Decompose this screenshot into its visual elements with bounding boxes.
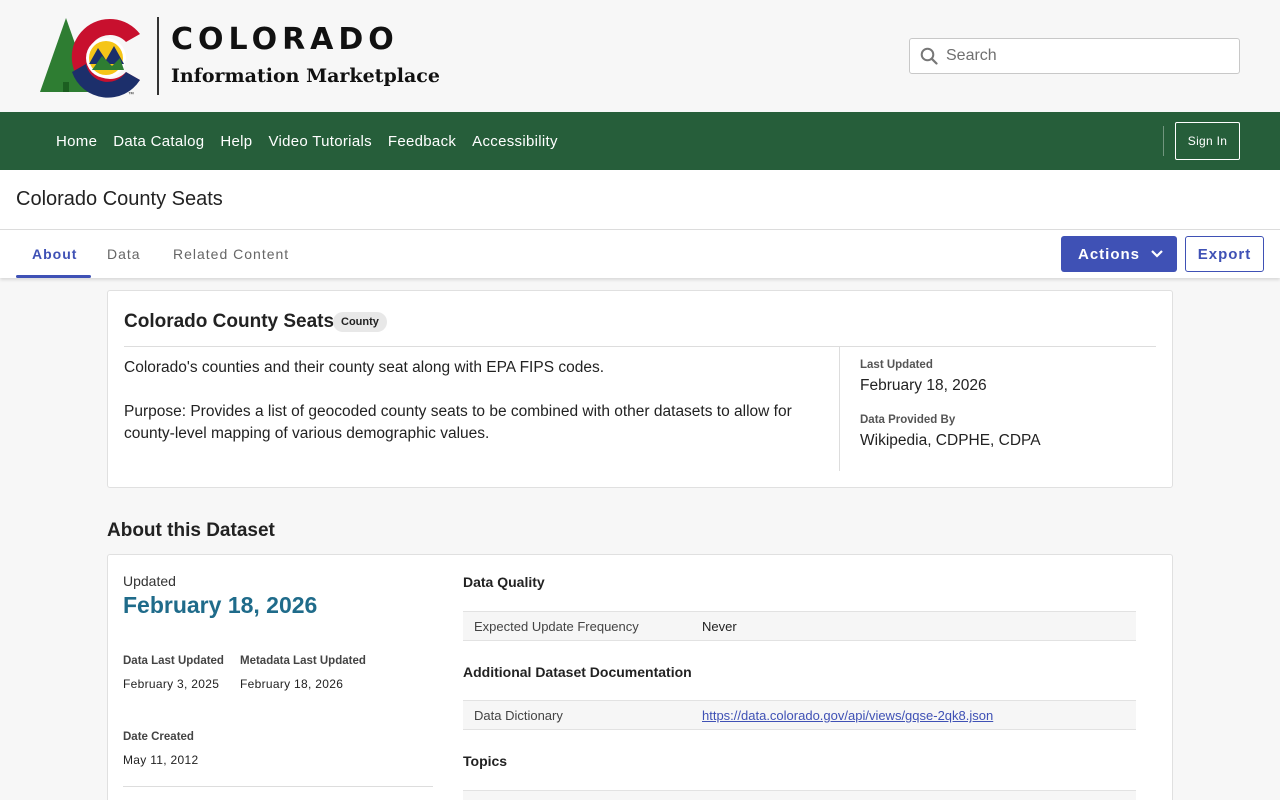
- nav-divider: [1163, 126, 1164, 156]
- provided-by-value: Wikipedia, CDPHE, CDPA: [860, 432, 1041, 449]
- updated-label: Updated: [123, 573, 176, 589]
- summary-vertical-divider: [839, 347, 840, 471]
- logo-divider: [157, 17, 159, 95]
- update-frequency-value: Never: [702, 619, 737, 634]
- search-icon: [912, 39, 946, 73]
- category-tag[interactable]: County: [333, 312, 387, 332]
- about-heading: About this Dataset: [107, 520, 275, 541]
- brand-title: COLORADO: [171, 22, 399, 57]
- additional-docs-title: Additional Dataset Documentation: [463, 664, 692, 680]
- tab-data[interactable]: Data: [107, 230, 141, 278]
- update-frequency-row: Expected Update Frequency Never: [463, 611, 1136, 641]
- actions-button[interactable]: Actions: [1061, 236, 1177, 272]
- colorado-logo-icon: ™: [40, 18, 140, 98]
- nav-link-data-catalog[interactable]: Data Catalog: [113, 133, 204, 150]
- chevron-down-icon: [1150, 246, 1164, 263]
- nav-link-help[interactable]: Help: [220, 133, 252, 150]
- date-created-label: Date Created: [123, 731, 194, 743]
- logo-tm: ™: [128, 91, 134, 98]
- data-last-updated-label: Data Last Updated: [123, 655, 224, 667]
- updated-value: February 18, 2026: [123, 592, 318, 618]
- data-dictionary-row: Data Dictionary https://data.colorado.go…: [463, 700, 1136, 730]
- nav-link-accessibility[interactable]: Accessibility: [472, 133, 558, 150]
- nav-links: Home Data Catalog Help Video Tutorials F…: [56, 112, 558, 170]
- data-dictionary-link[interactable]: https://data.colorado.gov/api/views/gqse…: [702, 708, 993, 723]
- nav-link-feedback[interactable]: Feedback: [388, 133, 456, 150]
- search-box[interactable]: [909, 38, 1240, 74]
- about-card: Updated February 18, 2026 Data Last Upda…: [107, 554, 1173, 800]
- summary-title: Colorado County Seats: [124, 311, 335, 332]
- left-column-divider: [123, 786, 433, 787]
- update-frequency-key: Expected Update Frequency: [474, 619, 639, 634]
- metadata-last-updated-value: February 18, 2026: [240, 677, 344, 691]
- topics-title: Topics: [463, 753, 508, 769]
- site-header: ™ COLORADO Information Marketplace: [0, 0, 1280, 112]
- summary-card: Colorado County Seats County Colorado's …: [107, 290, 1173, 488]
- data-quality-title: Data Quality: [463, 574, 545, 590]
- sign-in-button[interactable]: Sign In: [1175, 122, 1240, 160]
- metadata-last-updated-label: Metadata Last Updated: [240, 655, 366, 667]
- actions-label: Actions: [1078, 245, 1141, 263]
- nav-link-home[interactable]: Home: [56, 133, 97, 150]
- provided-by-label: Data Provided By: [860, 414, 956, 426]
- last-updated-label: Last Updated: [860, 359, 933, 371]
- last-updated-value: February 18, 2026: [860, 377, 987, 394]
- data-dictionary-key: Data Dictionary: [474, 708, 563, 723]
- brand-subtitle: Information Marketplace: [171, 65, 440, 87]
- colorado-logo[interactable]: ™: [40, 16, 150, 98]
- active-tab-indicator: [16, 275, 91, 278]
- export-button[interactable]: Export: [1185, 236, 1264, 272]
- tab-about[interactable]: About: [32, 230, 77, 278]
- date-created-value: May 11, 2012: [123, 753, 199, 767]
- search-input[interactable]: [946, 41, 1226, 71]
- tab-bar: About Data Related Content Actions Expor…: [0, 230, 1280, 278]
- page-title: Colorado County Seats: [16, 188, 223, 210]
- main-nav: Home Data Catalog Help Video Tutorials F…: [0, 112, 1280, 170]
- summary-description: Colorado's counties and their county sea…: [124, 359, 792, 442]
- title-bar: Colorado County Seats: [0, 170, 1280, 230]
- topics-row: [463, 790, 1136, 800]
- summary-divider: [124, 346, 1156, 347]
- tab-related-content[interactable]: Related Content: [173, 230, 289, 278]
- nav-link-video-tutorials[interactable]: Video Tutorials: [268, 133, 371, 150]
- data-last-updated-value: February 3, 2025: [123, 677, 220, 691]
